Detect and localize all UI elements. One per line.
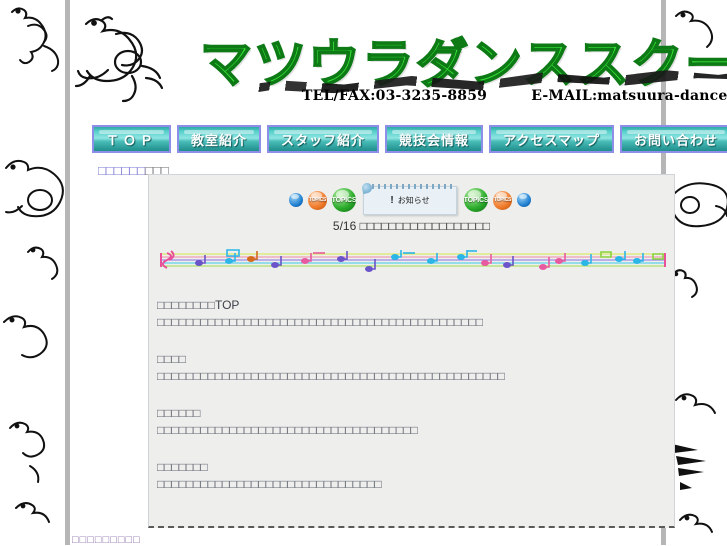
topics-orb-blue-small [289, 193, 303, 207]
topics-orb-green-right: TOPICS [464, 188, 488, 212]
nav-staff[interactable]: スタッフ紹介 [267, 125, 380, 153]
content-block-4-body: □□□□□□□□□□□□□□□□□□□□□□□□□□□□□□□ [157, 477, 382, 491]
content-block-3: □□□□□□ □□□□□□□□□□□□□□□□□□□□□□□□□□□□□□□□□… [157, 405, 664, 439]
content-block-2-heading: □□□□ [157, 352, 186, 366]
content-body: □□□□□□□□TOP □□□□□□□□□□□□□□□□□□□□□□□□□□□□… [157, 297, 664, 513]
paperclip-icon [360, 181, 374, 194]
footer-text: □□□□□□□□□ [72, 534, 141, 546]
notice-memo-label: お知らせ [397, 195, 430, 205]
nav-competition-label: 競技会情報 [399, 132, 470, 148]
topics-orb-blue-small-right [517, 193, 531, 207]
nav-staff-label: スタッフ紹介 [281, 132, 366, 148]
notice-memo-icon: ! お知らせ [360, 181, 457, 215]
nav-top[interactable]: ＴＯＰ [92, 125, 172, 153]
topics-orb-green: TOPICS [332, 188, 356, 212]
topics-orb-orange-right: TOPICS [493, 190, 512, 210]
nav-access-map[interactable]: アクセスマップ [489, 125, 615, 153]
content-block-2: □□□□ □□□□□□□□□□□□□□□□□□□□□□□□□□□□□□□□□□□… [157, 351, 664, 385]
notice-text: □□□□□□□□□□□□□□□□□□ [359, 219, 491, 233]
content-block-2-body: □□□□□□□□□□□□□□□□□□□□□□□□□□□□□□□□□□□□□□□□… [157, 369, 505, 383]
telephone-label: TEL/FAX:03-3235-8859 [302, 88, 488, 104]
content-block-3-heading: □□□□□□ [157, 406, 201, 420]
topics-badge-row: TOPICS TOPICS ! お知らせ TOPICS TOPICS [289, 181, 539, 215]
nav-top-label: ＴＯＰ [106, 132, 158, 148]
content-block-4: □□□□□□□ □□□□□□□□□□□□□□□□□□□□□□□□□□□□□□□ [157, 459, 664, 493]
exclamation-icon: ! [390, 194, 394, 206]
nav-classroom-label: 教室紹介 [191, 132, 248, 148]
site-header-banner: マツウラダンススクール TEL/FAX:03-3235-8859 E-MAIL:… [70, 0, 727, 118]
topics-orb-orange: TOPICS [308, 190, 327, 210]
email-label: E-MAIL:matsuura-danceschool@nifty.com [531, 88, 727, 104]
nav-contact-label: お問い合わせ [634, 132, 719, 148]
nav-classroom[interactable]: 教室紹介 [177, 125, 262, 153]
nav-access-map-label: アクセスマップ [503, 132, 601, 148]
main-navigation[interactable]: ＴＯＰ 教室紹介 スタッフ紹介 競技会情報 アクセスマップ お問い合わせ [92, 125, 727, 153]
content-block-1-body: □□□□□□□□□□□□□□□□□□□□□□□□□□□□□□□□□□□□□□□□… [157, 315, 484, 329]
notice-line: 5/16 □□□□□□□□□□□□□□□□□□ [149, 219, 674, 233]
content-block-4-heading: □□□□□□□ [157, 460, 208, 474]
breadcrumb-text: □□□□□□ [98, 163, 146, 178]
content-block-3-body: □□□□□□□□□□□□□□□□□□□□□□□□□□□□□□□□□□□□ [157, 423, 418, 437]
content-block-1: □□□□□□□□TOP □□□□□□□□□□□□□□□□□□□□□□□□□□□□… [157, 297, 664, 331]
notice-date: 5/16 [332, 219, 357, 233]
elephant-doodle-icon [74, 16, 164, 103]
header-contact-line: TEL/FAX:03-3235-8859 E-MAIL:matsuura-dan… [302, 88, 727, 104]
content-panel: TOPICS TOPICS ! お知らせ TOPICS TOPICS 5/16 … [148, 174, 675, 528]
music-staff-divider-icon [160, 249, 666, 272]
nav-contact[interactable]: お問い合わせ [620, 125, 727, 153]
content-block-1-heading: □□□□□□□□TOP [157, 298, 240, 312]
nav-competition[interactable]: 競技会情報 [385, 125, 484, 153]
